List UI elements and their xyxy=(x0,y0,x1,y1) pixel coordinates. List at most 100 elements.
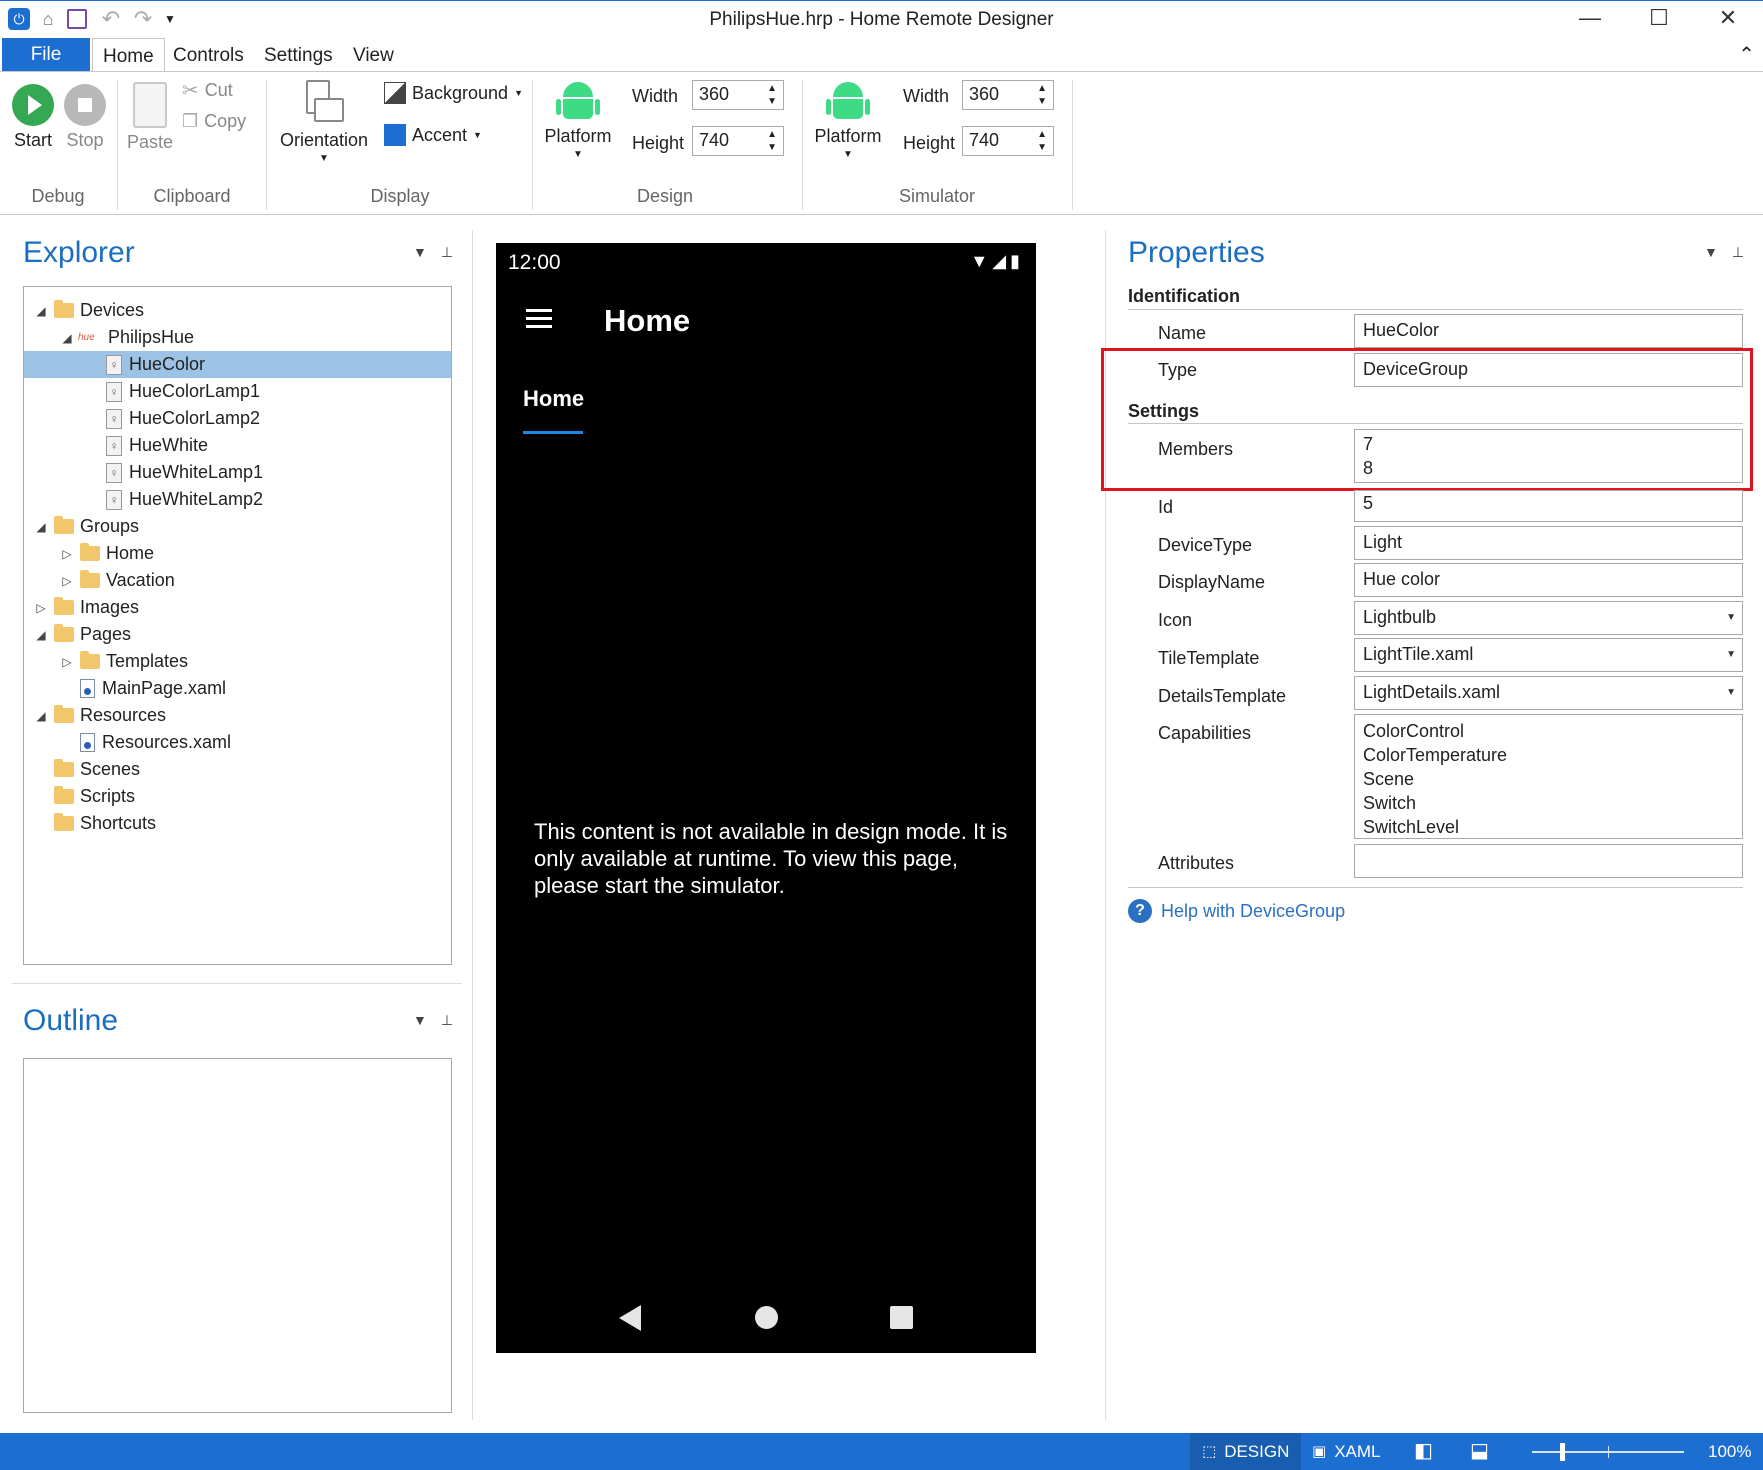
tab-settings[interactable]: Settings xyxy=(254,38,343,72)
tree-item[interactable]: ◢ hue PhilipsHue xyxy=(24,324,451,351)
prop-displayname-field[interactable]: Hue color xyxy=(1354,563,1743,597)
pin-icon[interactable]: ⊥ xyxy=(1732,244,1758,260)
expanded-arrow-icon[interactable]: ◢ xyxy=(34,709,48,723)
zoom-slider-thumb[interactable] xyxy=(1560,1443,1566,1461)
tree-item[interactable]: ◢ Pages xyxy=(24,621,451,648)
spinner-arrows-icon[interactable]: ▲ ▼ xyxy=(1037,82,1047,108)
tree-item-label: Resources xyxy=(80,705,167,725)
collapsed-arrow-icon[interactable]: ▷ xyxy=(60,574,74,588)
collapsed-arrow-icon[interactable]: ▷ xyxy=(60,655,74,669)
tree-item[interactable]: ♀ HueColorLamp2 xyxy=(24,405,451,432)
design-preview-phone[interactable]: 12:00 ▼◢▮ Home Home This content is not … xyxy=(496,243,1036,1353)
tree-item[interactable]: Shortcuts xyxy=(24,810,451,837)
file-tab[interactable]: File xyxy=(2,38,90,72)
tree-item[interactable]: ♀ HueWhite xyxy=(24,432,451,459)
prop-capabilities-field[interactable]: ColorControl ColorTemperature Scene Swit… xyxy=(1354,714,1743,839)
tab-home[interactable]: Home xyxy=(92,38,165,72)
simulator-height-input[interactable]: 740 ▲ ▼ xyxy=(962,126,1054,156)
spinner-arrows-icon[interactable]: ▲ ▼ xyxy=(1037,128,1047,154)
cut-button[interactable]: ✂ Cut xyxy=(182,78,233,103)
tree-item[interactable]: ◢ Resources xyxy=(24,702,451,729)
design-view-button[interactable]: ⬚ DESIGN xyxy=(1190,1433,1302,1470)
chevron-down-icon: ▼ xyxy=(573,149,583,160)
xaml-view-button[interactable]: ▣ XAML xyxy=(1312,1433,1380,1470)
tree-item-label: Scripts xyxy=(80,786,136,806)
lightbulb-icon: ♀ xyxy=(106,354,122,375)
copy-button[interactable]: ❐ Copy xyxy=(182,111,246,132)
split-vertical-icon[interactable]: ◧ xyxy=(1414,1433,1433,1470)
tree-item[interactable]: ♀ HueColorLamp1 xyxy=(24,378,451,405)
lightbulb-icon: ♀ xyxy=(106,408,122,429)
prop-label-capabilities: Capabilities xyxy=(1158,723,1252,743)
background-dropdown[interactable]: Background ▼ xyxy=(384,82,523,104)
pin-icon[interactable]: ⊥ xyxy=(441,1012,467,1028)
tree-item[interactable]: ▷ Home xyxy=(24,540,451,567)
tree-item[interactable]: ◢ Groups xyxy=(24,513,451,540)
nav-recent-icon[interactable] xyxy=(890,1306,913,1329)
design-height-input[interactable]: 740 ▲ ▼ xyxy=(692,126,784,156)
stop-button[interactable]: Stop xyxy=(60,84,110,151)
tree-item[interactable]: ▷ Vacation xyxy=(24,567,451,594)
minimize-button[interactable]: — xyxy=(1565,5,1615,35)
close-button[interactable]: ✕ xyxy=(1703,5,1753,35)
spinner-arrows-icon[interactable]: ▲ ▼ xyxy=(767,82,777,108)
outline-panel[interactable] xyxy=(23,1058,452,1413)
tree-item[interactable]: ♀ HueWhiteLamp1 xyxy=(24,459,451,486)
prop-label-tiletemplate: TileTemplate xyxy=(1158,648,1260,668)
phone-tab-home[interactable]: Home xyxy=(523,386,584,412)
tree-item[interactable]: Scenes xyxy=(24,756,451,783)
collapsed-arrow-icon[interactable]: ▷ xyxy=(34,601,48,615)
hamburger-menu-icon[interactable] xyxy=(526,309,552,328)
help-link[interactable]: ? Help with DeviceGroup xyxy=(1128,899,1345,923)
expanded-arrow-icon[interactable]: ◢ xyxy=(34,628,48,642)
tree-item[interactable]: MainPage.xaml xyxy=(24,675,451,702)
pin-icon[interactable]: ⊥ xyxy=(441,244,467,260)
collapsed-arrow-icon[interactable]: ▷ xyxy=(60,547,74,561)
design-width-input[interactable]: 360 ▲ ▼ xyxy=(692,80,784,110)
tab-underline xyxy=(523,431,583,434)
prop-devicetype-field[interactable]: Light xyxy=(1354,526,1743,560)
collapse-ribbon-icon[interactable]: ⌃ xyxy=(1738,42,1755,67)
prop-detailstemplate-select[interactable]: LightDetails.xaml ▼ xyxy=(1354,676,1743,710)
expanded-arrow-icon[interactable]: ◢ xyxy=(60,331,74,345)
explorer-tree[interactable]: ◢ Devices ◢ hue PhilipsHue ♀ HueColor ♀ HueColor… xyxy=(23,286,452,965)
expanded-arrow-icon[interactable]: ◢ xyxy=(34,520,48,534)
simulator-platform-button[interactable]: Platform ▼ xyxy=(808,82,888,160)
scissors-icon: ✂ xyxy=(182,80,199,102)
highlight-box xyxy=(1101,348,1753,491)
tab-view[interactable]: View xyxy=(343,38,404,72)
prop-icon-select[interactable]: Lightbulb ▼ xyxy=(1354,601,1743,635)
paste-button[interactable]: Paste xyxy=(124,82,176,153)
phone-clock: 12:00 xyxy=(508,251,561,274)
spinner-arrows-icon[interactable]: ▲ ▼ xyxy=(767,128,777,154)
prop-tiletemplate-select[interactable]: LightTile.xaml ▼ xyxy=(1354,638,1743,672)
dropdown-icon[interactable]: ▼ xyxy=(1704,244,1732,260)
tree-item[interactable]: ▷ Templates xyxy=(24,648,451,675)
tab-controls[interactable]: Controls xyxy=(163,38,254,72)
split-horizontal-icon[interactable]: ⬓ xyxy=(1470,1433,1489,1470)
tree-item[interactable]: ♀ HueColor xyxy=(24,351,451,378)
simulator-width-input[interactable]: 360 ▲ ▼ xyxy=(962,80,1054,110)
explorer-tools: ▼⊥ xyxy=(413,244,467,261)
tree-item[interactable]: Resources.xaml xyxy=(24,729,451,756)
orientation-button[interactable]: Orientation ▼ xyxy=(274,80,374,164)
zoom-slider[interactable] xyxy=(1532,1446,1684,1458)
accent-dropdown[interactable]: Accent ▼ xyxy=(384,124,482,146)
nav-home-icon[interactable] xyxy=(755,1306,778,1329)
start-button[interactable]: Start xyxy=(8,84,58,151)
expanded-arrow-icon[interactable]: ◢ xyxy=(34,304,48,318)
tree-item[interactable]: Scripts xyxy=(24,783,451,810)
tree-item[interactable]: ▷ Images xyxy=(24,594,451,621)
prop-attributes-field[interactable] xyxy=(1354,844,1743,878)
tree-item[interactable]: ♀ HueWhiteLamp2 xyxy=(24,486,451,513)
lightbulb-icon: ♀ xyxy=(106,462,122,483)
capability-item: ColorControl xyxy=(1363,721,1465,741)
dropdown-icon[interactable]: ▼ xyxy=(413,1012,441,1028)
prop-id-field[interactable]: 5 xyxy=(1354,490,1743,522)
tree-item[interactable]: ◢ Devices xyxy=(24,297,451,324)
design-platform-button[interactable]: Platform ▼ xyxy=(538,82,618,160)
dropdown-icon[interactable]: ▼ xyxy=(413,244,441,260)
nav-back-icon[interactable] xyxy=(619,1305,641,1331)
prop-name-field[interactable]: HueColor xyxy=(1354,314,1743,348)
maximize-button[interactable]: ☐ xyxy=(1634,5,1684,35)
